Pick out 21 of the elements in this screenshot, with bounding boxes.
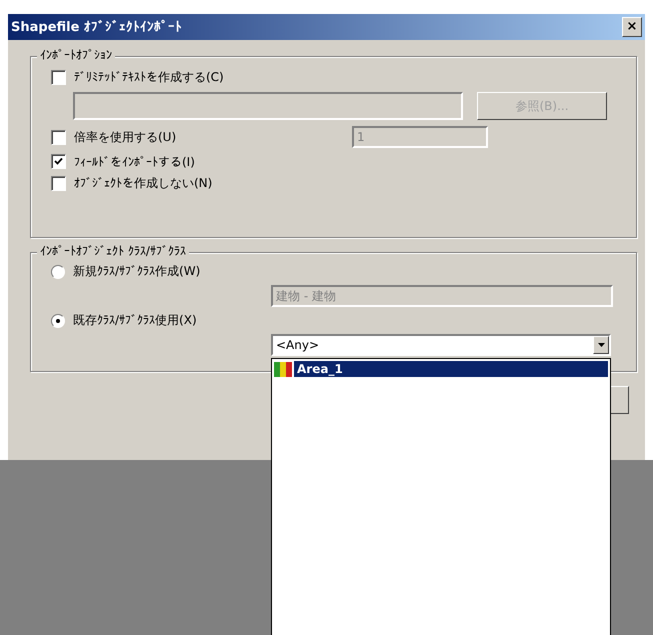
radio-button[interactable] xyxy=(51,264,65,278)
radio-label: 既存ｸﾗｽ/ｻﾌﾞｸﾗｽ使用(X) xyxy=(73,312,197,329)
close-button[interactable]: × xyxy=(622,17,642,37)
checkbox[interactable] xyxy=(51,176,66,191)
group-title: ｲﾝﾎﾟｰﾄｵﾌﾟｼｮﾝ xyxy=(37,48,115,62)
check-icon xyxy=(54,157,63,166)
checkbox[interactable] xyxy=(51,70,66,85)
checkbox-label: ﾃﾞﾘﾐﾃｯﾄﾞﾃｷｽﾄを作成する(C) xyxy=(74,69,224,86)
checkbox-label: ｵﾌﾞｼﾞｪｸﾄを作成しない(N) xyxy=(74,175,212,192)
class-icon xyxy=(274,361,292,377)
window-title: Shapefile ｵﾌﾞｼﾞｪｸﾄｲﾝﾎﾟｰﾄ xyxy=(11,20,182,34)
group-title: ｲﾝﾎﾟｰﾄｵﾌﾞｼﾞｪｸﾄ ｸﾗｽ/ｻﾌﾞｸﾗｽ xyxy=(37,244,189,258)
checkbox[interactable] xyxy=(51,154,66,169)
class-dropdown[interactable]: <Any> xyxy=(271,334,611,356)
radio-label: 新規ｸﾗｽ/ｻﾌﾞｸﾗｽ作成(W) xyxy=(73,263,200,280)
radio-button[interactable] xyxy=(51,314,65,328)
checkbox-label: 倍率を使用する(U) xyxy=(74,128,178,146)
checkbox[interactable] xyxy=(51,130,66,144)
dropdown-item[interactable]: Area_1 xyxy=(294,361,608,377)
dropdown-arrow-icon xyxy=(598,343,604,347)
checkbox-label: ﾌｨｰﾙﾄﾞをｲﾝﾎﾟｰﾄする(I) xyxy=(74,154,195,168)
